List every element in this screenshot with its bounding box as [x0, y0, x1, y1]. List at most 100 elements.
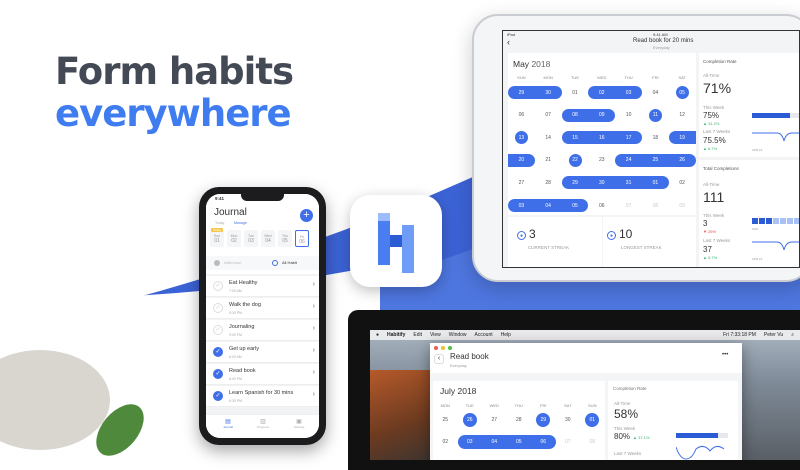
calendar-day[interactable]: 06: [531, 435, 556, 449]
calendar-day[interactable]: 30: [534, 86, 562, 99]
date-chip[interactable]: Wed 04: [261, 230, 275, 247]
calendar-day[interactable]: 30: [556, 413, 581, 427]
calendar-day[interactable]: 19: [668, 131, 696, 145]
checked-icon[interactable]: ✓: [213, 347, 223, 357]
apple-menu-icon[interactable]: ●: [376, 332, 379, 338]
calendar-day[interactable]: 24: [615, 153, 642, 167]
calendar-day[interactable]: 27: [508, 176, 535, 189]
calendar-day[interactable]: 04: [642, 86, 669, 99]
calendar-day[interactable]: 25: [433, 413, 458, 427]
calendar-day[interactable]: 26: [668, 153, 696, 167]
more-button[interactable]: •••: [722, 352, 728, 358]
tab-settings[interactable]: ▣ Settings: [292, 418, 306, 429]
calendar-day[interactable]: 21: [535, 154, 562, 167]
date-chip[interactable]: Mon 02: [227, 230, 241, 247]
calendar-day[interactable]: 25: [642, 153, 669, 167]
menu-item[interactable]: View: [430, 332, 441, 338]
habit-item[interactable]: ✓ Get up early 6:00 AM ›: [206, 342, 319, 363]
unchecked-icon[interactable]: ✓: [213, 325, 223, 335]
calendar-day[interactable]: 08: [580, 435, 605, 449]
calendar-day[interactable]: 27: [482, 413, 507, 427]
date-chip[interactable]: Today Sun 01: [210, 228, 224, 247]
calendar-day[interactable]: 12: [669, 109, 696, 122]
calendar-day[interactable]: 05: [675, 86, 689, 99]
calendar-day[interactable]: 02: [669, 176, 696, 189]
calendar-day[interactable]: 08: [561, 108, 589, 122]
tab-today[interactable]: Today: [215, 221, 224, 225]
calendar-day[interactable]: 07: [535, 109, 562, 122]
tab-manage[interactable]: Manage: [234, 221, 247, 225]
filter-afternoon[interactable]: Afternoon: [224, 260, 241, 265]
calendar-day[interactable]: 14: [535, 131, 562, 144]
menu-item[interactable]: Window: [449, 332, 467, 338]
calendar-day[interactable]: 18: [642, 131, 669, 144]
calendar-day[interactable]: 05: [561, 199, 589, 212]
calendar-day[interactable]: 06: [508, 109, 535, 122]
back-button[interactable]: ‹: [434, 354, 444, 364]
menubar-user[interactable]: Peter Vu: [764, 332, 783, 338]
calendar-day[interactable]: 23: [588, 154, 615, 167]
calendar-day[interactable]: 05: [506, 435, 531, 449]
calendar-day[interactable]: 15: [561, 131, 589, 145]
add-habit-button[interactable]: +: [300, 209, 313, 222]
minimize-button[interactable]: [441, 346, 445, 350]
calendar-day[interactable]: 09: [669, 199, 696, 212]
tab-journal[interactable]: ▤ Journal: [222, 418, 234, 429]
calendar-day[interactable]: 30: [588, 176, 616, 190]
back-icon[interactable]: ‹: [507, 37, 510, 47]
calendar-day[interactable]: 28: [535, 176, 562, 189]
calendar-day[interactable]: 04: [534, 199, 562, 212]
calendar-day[interactable]: 04: [482, 435, 507, 449]
date-chip[interactable]: Fri 06: [295, 230, 309, 247]
calendar-day[interactable]: 29: [536, 413, 551, 427]
menu-item[interactable]: Habitify: [387, 332, 405, 338]
menu-item[interactable]: Help: [501, 332, 511, 338]
checked-icon[interactable]: ✓: [213, 391, 223, 401]
habit-item[interactable]: ✓ Walk the dog 5:30 PM ›: [206, 298, 319, 319]
tab-progress[interactable]: ▥ Progress: [256, 418, 270, 429]
calendar-day[interactable]: 11: [648, 108, 662, 122]
afternoon-radio[interactable]: [214, 260, 220, 266]
calendar-day[interactable]: 09: [588, 108, 616, 122]
calendar-day[interactable]: 03: [508, 199, 535, 212]
zoom-button[interactable]: [448, 346, 452, 350]
date-chip[interactable]: Thu 05: [278, 230, 292, 247]
calendar-day[interactable]: 03: [615, 86, 642, 99]
habit-item[interactable]: ✓ Learn Spanish for 30 mins 6:30 PM ›: [206, 386, 319, 407]
calendar-day[interactable]: 29: [561, 176, 589, 190]
spotlight-icon[interactable]: ⌕: [791, 332, 794, 338]
menu-item[interactable]: Edit: [413, 332, 422, 338]
calendar-day[interactable]: 01: [562, 86, 589, 99]
calendar-day[interactable]: 07: [556, 435, 581, 449]
calendar-day[interactable]: 13: [514, 131, 528, 145]
checked-icon[interactable]: ✓: [213, 369, 223, 379]
habit-item[interactable]: ✓ Eat Healthy 7:00 AM ›: [206, 276, 319, 297]
calendar-day[interactable]: 29: [508, 86, 535, 99]
unchecked-icon[interactable]: ✓: [213, 281, 223, 291]
calendar-day[interactable]: 22: [568, 153, 582, 167]
calendar-day[interactable]: 01: [585, 413, 600, 427]
calendar-day[interactable]: 03: [457, 435, 482, 449]
calendar-day[interactable]: 02: [588, 86, 616, 99]
calendar-day[interactable]: 26: [462, 413, 477, 427]
date-chip[interactable]: Tue 03: [244, 230, 258, 247]
calendar-day[interactable]: 01: [642, 176, 669, 190]
calendar-day[interactable]: 20: [508, 153, 535, 167]
habit-item[interactable]: ✓ Read book 8:00 PM ›: [206, 364, 319, 385]
calendar-day[interactable]: 08: [642, 199, 669, 212]
calendar-day[interactable]: 31: [615, 176, 642, 190]
calendar-day[interactable]: 02: [433, 435, 458, 449]
menu-item[interactable]: Account: [475, 332, 493, 338]
habit-item[interactable]: ✓ Journaling 9:00 PM ›: [206, 320, 319, 341]
calendar-day[interactable]: 10: [615, 109, 642, 122]
close-button[interactable]: [434, 346, 438, 350]
calendar-day[interactable]: 06: [588, 199, 615, 212]
unchecked-icon[interactable]: ✓: [213, 303, 223, 313]
filter-all-habit[interactable]: All Habit: [282, 260, 297, 265]
calendar-day[interactable]: 07: [615, 199, 642, 212]
all-habit-radio[interactable]: [272, 260, 278, 266]
calendar-day[interactable]: 17: [615, 131, 642, 145]
app-icon[interactable]: [350, 195, 442, 287]
calendar-day[interactable]: 16: [588, 131, 616, 145]
calendar-day[interactable]: 28: [507, 413, 532, 427]
